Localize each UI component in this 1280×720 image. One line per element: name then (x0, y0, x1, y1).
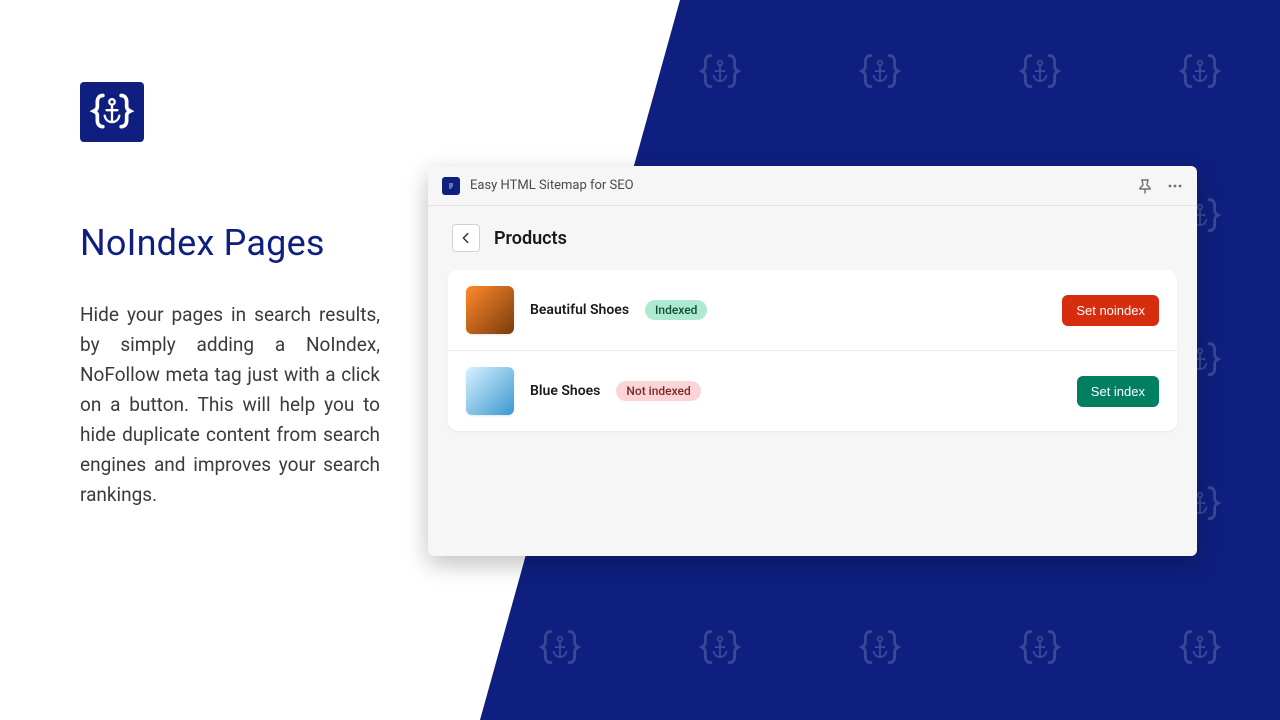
marketing-panel: NoIndex Pages Hide your pages in search … (80, 82, 380, 510)
app-logo-icon (442, 177, 460, 195)
product-row: Beautiful Shoes Indexed Set noindex (448, 270, 1177, 350)
app-header: Easy HTML Sitemap for SEO (428, 166, 1197, 206)
product-name: Blue Shoes (530, 383, 600, 399)
marketing-heading: NoIndex Pages (80, 222, 380, 264)
pin-icon[interactable] (1137, 178, 1153, 194)
product-thumbnail (466, 367, 514, 415)
status-badge: Not indexed (616, 381, 700, 401)
arrow-left-icon (459, 231, 473, 245)
page-title: Products (494, 228, 567, 249)
marketing-description: Hide your pages in search results, by si… (80, 300, 380, 510)
brand-logo-icon (80, 82, 144, 142)
more-icon[interactable] (1167, 178, 1183, 194)
page-titlebar: Products (428, 206, 1197, 262)
back-button[interactable] (452, 224, 480, 252)
app-title: Easy HTML Sitemap for SEO (470, 178, 1127, 193)
product-thumbnail (466, 286, 514, 334)
set-index-button[interactable]: Set index (1077, 376, 1159, 407)
status-badge: Indexed (645, 300, 707, 320)
app-window: Easy HTML Sitemap for SEO Products Beaut… (428, 166, 1197, 556)
set-noindex-button[interactable]: Set noindex (1062, 295, 1159, 326)
products-card: Beautiful Shoes Indexed Set noindex Blue… (448, 270, 1177, 431)
product-name: Beautiful Shoes (530, 302, 629, 318)
product-row: Blue Shoes Not indexed Set index (448, 350, 1177, 431)
